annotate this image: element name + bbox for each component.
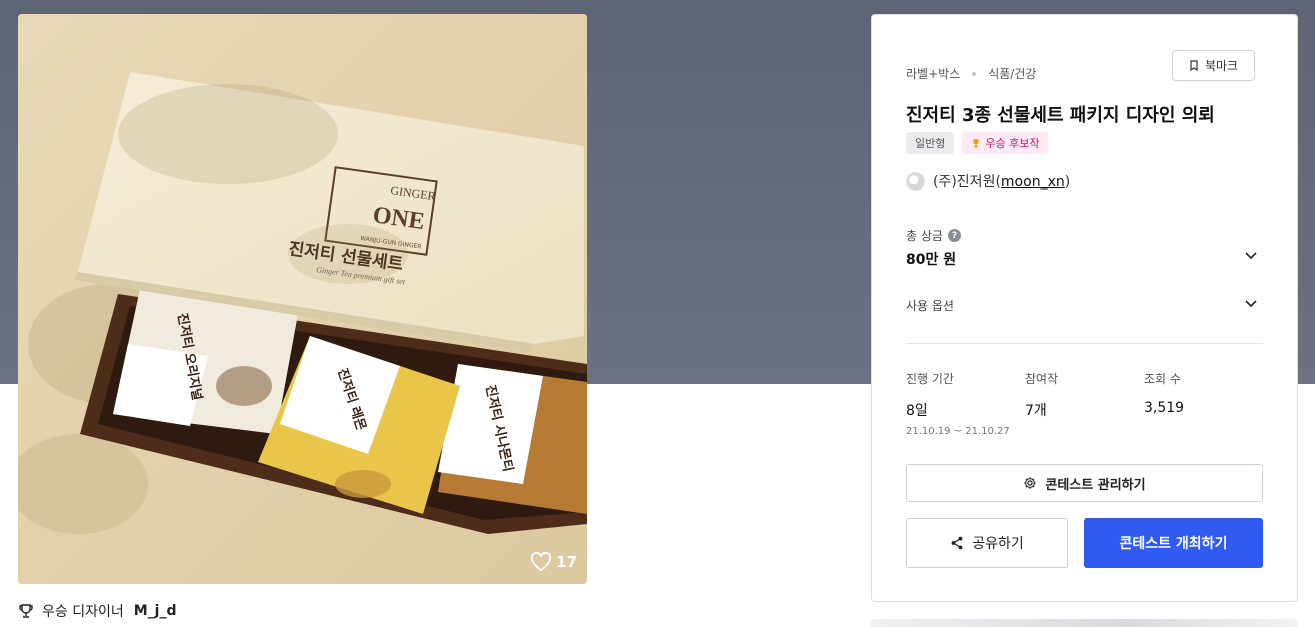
share-label: 공유하기	[972, 536, 1024, 552]
contest-title: 진저티 3종 선물세트 패키지 디자인 의뢰	[906, 105, 1215, 126]
prize-label: 총 상금	[906, 229, 943, 243]
chevron-down-icon[interactable]	[1244, 297, 1258, 311]
share-icon	[951, 536, 963, 550]
stat-views-label: 조회 수	[1144, 372, 1181, 386]
stat-period-label: 진행 기간	[906, 372, 954, 386]
winner-candidate-badge: 우승 후보작	[962, 132, 1049, 154]
manage-contest-button[interactable]: 콘테스트 관리하기	[906, 464, 1263, 502]
host-contest-button[interactable]: 콘테스트 개최하기	[1084, 518, 1263, 568]
stat-views: 조회 수 3,519	[1144, 370, 1184, 416]
prize-value: 80만 원	[906, 252, 957, 268]
like-count: 17	[556, 553, 577, 571]
stat-views-value: 3,519	[1144, 400, 1185, 416]
breadcrumb-separator	[972, 71, 977, 76]
question-icon[interactable]: ?	[947, 229, 961, 242]
prize-label-row: 총 상금 ?	[906, 227, 961, 244]
next-card-peek	[871, 619, 1298, 627]
product-image[interactable]: 진저티 오리지널 진저티 시나몬티 진저티 레몬 GINGER ONE WANJ…	[18, 14, 587, 584]
breadcrumb-category[interactable]: 라벨+박스	[906, 65, 960, 82]
stat-period-value: 8일	[906, 403, 928, 419]
bookmark-button[interactable]: 북마크	[1172, 50, 1255, 81]
trophy-icon	[19, 604, 33, 618]
designer-prefix: 우승 디자이너	[42, 604, 124, 620]
breadcrumb: 라벨+박스 식품/건강	[906, 65, 1036, 82]
breadcrumb-subcategory[interactable]: 식품/건강	[988, 65, 1036, 82]
usage-option-label[interactable]: 사용 옵션	[906, 297, 954, 314]
designer-name[interactable]: M_j_d	[134, 603, 177, 619]
gift-set-illustration: 진저티 오리지널 진저티 시나몬티 진저티 레몬 GINGER ONE WANJ…	[18, 14, 587, 584]
bookmark-icon	[1190, 60, 1198, 71]
stat-period: 진행 기간 8일 21.10.19 ~ 21.10.27	[906, 370, 1010, 437]
badge-group: 일반형 우승 후보작	[906, 132, 1049, 154]
divider	[906, 343, 1263, 344]
contest-info-panel: 라벨+박스 식품/건강 북마크 진저티 3종 선물세트 패키지 디자인 의뢰 일…	[871, 14, 1298, 602]
gear-icon	[1024, 477, 1037, 489]
stat-period-dates: 21.10.19 ~ 21.10.27	[906, 426, 1010, 437]
bookmark-label: 북마크	[1204, 59, 1239, 73]
host-name: (주)진저원	[933, 174, 996, 190]
chevron-down-icon[interactable]	[1244, 249, 1258, 263]
stat-entries-label: 참여작	[1025, 372, 1059, 386]
winning-designer: 우승 디자이너 M_j_d	[18, 601, 177, 621]
heart-icon	[531, 552, 552, 572]
winner-badge-label: 우승 후보작	[985, 137, 1040, 150]
stat-entries-value: 7개	[1025, 403, 1047, 419]
host-id[interactable]: moon_xn	[1001, 174, 1065, 190]
stat-entries: 참여작 7개	[1025, 370, 1058, 420]
like-button[interactable]: 17	[530, 552, 577, 572]
trophy-icon	[973, 139, 979, 148]
host-info: (주)진저원(moon_xn)	[906, 171, 1070, 191]
contest-type-badge: 일반형	[906, 132, 955, 154]
share-button[interactable]: 공유하기	[906, 518, 1068, 568]
host-avatar	[906, 171, 925, 191]
manage-contest-label: 콘테스트 관리하기	[1045, 477, 1146, 493]
